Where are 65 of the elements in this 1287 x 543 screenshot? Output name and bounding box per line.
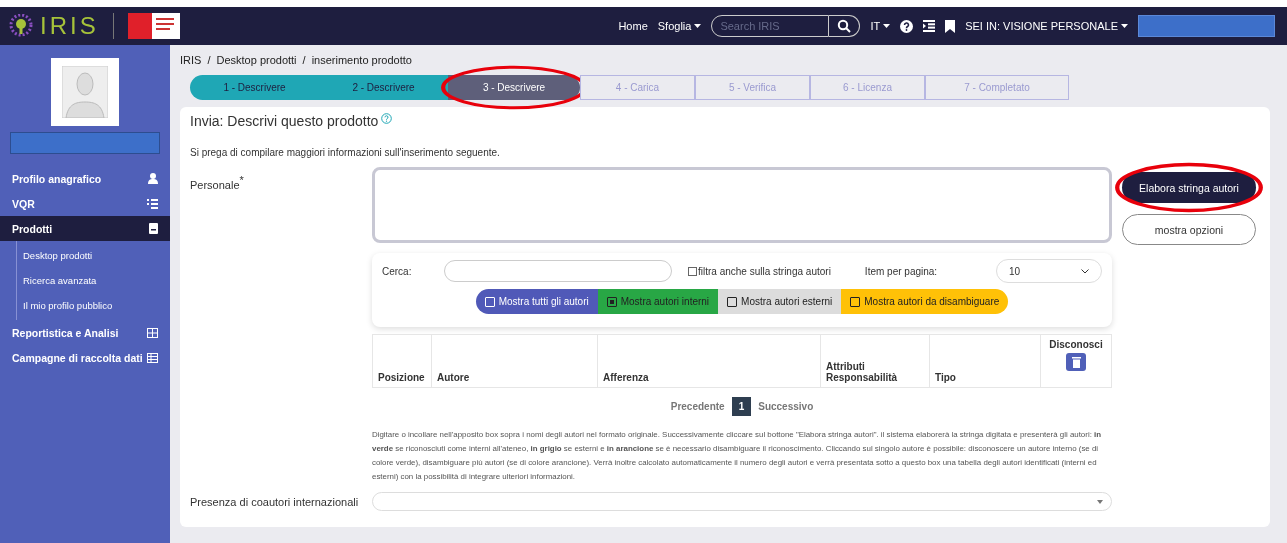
iris-logo: IRIS bbox=[40, 12, 99, 40]
sidebar-subitem[interactable]: Ricerca avanzata bbox=[17, 268, 170, 293]
next-link[interactable]: Successivo bbox=[758, 400, 814, 412]
list-icon bbox=[147, 198, 158, 209]
caret-icon bbox=[1097, 499, 1103, 504]
form-title: Invia: Descrivi questo prodotto bbox=[190, 113, 379, 129]
column-header: Afferenza bbox=[597, 334, 821, 388]
column-header: Disconosci bbox=[1040, 334, 1112, 388]
trash-button[interactable] bbox=[1066, 353, 1086, 371]
list-indent-icon[interactable] bbox=[923, 20, 936, 32]
iris-logo-icon bbox=[8, 14, 34, 38]
required-mark: * bbox=[239, 174, 244, 186]
action-button[interactable]: Elabora stringa autori bbox=[1122, 172, 1256, 203]
help-icon[interactable] bbox=[900, 19, 914, 33]
sidebar-item[interactable]: Profilo anagrafico bbox=[0, 166, 170, 191]
checkbox-label: filtra anche sulla stringa autori bbox=[698, 265, 831, 277]
intro-text: Si prega di compilare maggiori informazioni sull'inserimento seguente. bbox=[190, 147, 501, 160]
wizard-step[interactable]: 2 - Descrivere bbox=[319, 75, 448, 100]
wizard-step[interactable]: 3 - Descrivere bbox=[448, 75, 580, 100]
sidebar-item[interactable]: Reportistica e Analisi bbox=[0, 320, 170, 345]
breadcrumb-link[interactable]: Desktop prodotti bbox=[216, 54, 297, 72]
filter-chip[interactable]: Mostra autori esterni bbox=[718, 289, 842, 314]
column-header: Posizione bbox=[372, 334, 432, 388]
chevron-icon bbox=[1081, 268, 1089, 274]
view-menu[interactable]: SEI IN: VISIONE PERSONALE bbox=[965, 20, 1128, 32]
trash-icon bbox=[1071, 356, 1081, 368]
search-label: Cerca: bbox=[382, 265, 413, 277]
nav-link[interactable]: Sfoglia bbox=[657, 20, 702, 32]
breadcrumb-separator: / bbox=[207, 54, 211, 68]
column-header: Autore bbox=[431, 334, 598, 388]
nav-link[interactable]: Home bbox=[618, 20, 648, 32]
sidebar-item[interactable]: Campagne di raccolta dati bbox=[0, 345, 170, 370]
action-button[interactable]: mostra opzioni bbox=[1122, 214, 1256, 245]
book-icon bbox=[149, 223, 158, 234]
previous-link[interactable]: Precedente bbox=[670, 400, 725, 412]
field-label: Presenza di coautori internazionali bbox=[190, 495, 360, 508]
page-number[interactable]: 1 bbox=[731, 396, 752, 416]
person-silhouette-icon bbox=[62, 66, 108, 118]
filter-chip[interactable]: Mostra autori da disambiguare bbox=[841, 289, 1009, 314]
breadcrumb-link[interactable]: IRIS bbox=[180, 54, 202, 72]
breadcrumb-separator: / bbox=[302, 54, 306, 68]
search-field[interactable]: Search IRIS bbox=[711, 15, 830, 37]
sidebar-subitem[interactable]: Il mio profilo pubblico bbox=[17, 293, 170, 318]
per-page-label: Item per pagina: bbox=[864, 265, 938, 277]
table-icon bbox=[147, 352, 158, 363]
user-icon bbox=[148, 173, 158, 184]
sidebar-item[interactable]: VQR bbox=[0, 191, 170, 216]
grid-icon bbox=[147, 327, 158, 338]
sidebar-subitem[interactable]: Desktop prodotti bbox=[17, 243, 170, 268]
checkbox[interactable] bbox=[688, 266, 697, 276]
field-label: Personale bbox=[190, 178, 240, 191]
wizard-step[interactable]: 1 - Descrivere bbox=[190, 75, 319, 100]
column-header: Tipo bbox=[929, 334, 1041, 388]
search-icon bbox=[837, 19, 852, 33]
caret-icon bbox=[883, 24, 891, 28]
university-logo-icon bbox=[127, 13, 180, 39]
author-search-field[interactable] bbox=[444, 260, 672, 282]
language-menu[interactable]: IT bbox=[870, 20, 891, 32]
bookmark-icon[interactable] bbox=[945, 19, 956, 33]
breadcrumb-link[interactable]: inserimento prodotto bbox=[311, 54, 412, 72]
column-header: Attributi Responsabilità bbox=[820, 334, 930, 388]
filter-chip[interactable]: Mostra autori interni bbox=[597, 289, 719, 314]
filter-chip[interactable]: Mostra tutti gli autori bbox=[475, 289, 598, 314]
caret-icon bbox=[1121, 24, 1128, 28]
sidebar-item[interactable]: Prodotti bbox=[0, 216, 170, 241]
